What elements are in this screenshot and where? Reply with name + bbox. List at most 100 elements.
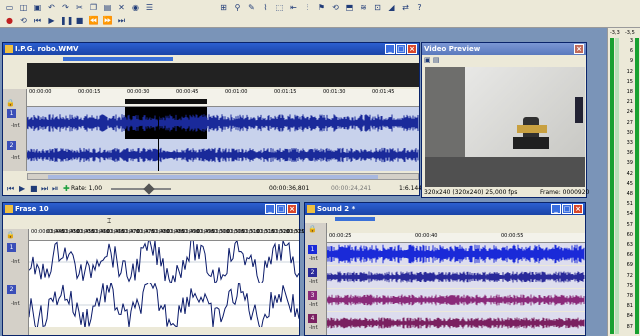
undo-icon[interactable]: ↶ (46, 2, 57, 13)
split-icon[interactable]: ⫶ (302, 2, 313, 13)
frase-titlebar[interactable]: Frase 10 _ □ × (3, 203, 299, 215)
sound-track-3-level: -Inf. (309, 302, 319, 308)
trim-icon[interactable]: ⇤ (288, 2, 299, 13)
rate-slider[interactable] (111, 183, 171, 195)
horizontal-scrollbar[interactable] (27, 173, 419, 180)
frase-close-button[interactable]: × (287, 204, 297, 214)
frase-track-1-level: -Inf. (11, 259, 21, 265)
play-icon[interactable]: ▶ (46, 15, 57, 26)
frase-track-1-number[interactable]: 1 (7, 243, 16, 252)
sound-track-4[interactable] (327, 312, 585, 334)
sound-track-3-number[interactable]: 3 (308, 291, 317, 300)
meter-scale-label: 87 (626, 323, 633, 330)
meter-scale-label: 66 (626, 252, 633, 259)
go-end-icon[interactable]: ⏭ (41, 184, 48, 194)
timeline-ruler[interactable]: 00:00:00 00:00:15 00:00:30 00:00:45 00:01:00… (27, 89, 419, 107)
frase-track-1[interactable] (29, 241, 299, 283)
maximize-button[interactable]: □ (396, 44, 406, 54)
sound-waveform-2 (327, 271, 585, 283)
track-2-number[interactable]: 2 (7, 141, 16, 150)
sound-minimize-button[interactable]: _ (551, 204, 561, 214)
scrub-icon[interactable]: ✚ (63, 184, 70, 193)
record-icon[interactable]: ● (4, 15, 15, 26)
lock-icon[interactable]: 🔒 (6, 99, 15, 107)
timeline-titlebar[interactable]: I.P.G. robo.WMV _ □ × (3, 43, 419, 55)
sound-track-1-number[interactable]: 1 (308, 245, 317, 254)
properties-icon[interactable]: ☰ (144, 2, 155, 13)
ruler-label: 00:00:55 (501, 233, 524, 239)
lock-icon[interactable]: ⊡ (372, 2, 383, 13)
selection-bar[interactable] (63, 57, 173, 61)
preview-close-button[interactable]: × (574, 44, 584, 54)
cut-icon[interactable]: ✂ (74, 2, 85, 13)
audio-track-1[interactable] (27, 107, 419, 139)
play-icon[interactable]: ▶ (19, 184, 25, 193)
sound-track-1[interactable] (327, 243, 585, 265)
sync-icon[interactable]: ⇄ (400, 2, 411, 13)
play-from-start-icon[interactable]: ⏮ (32, 15, 43, 26)
ripple-icon[interactable]: ≋ (358, 2, 369, 13)
save-icon[interactable]: ▣ (32, 2, 43, 13)
track-1-number[interactable]: 1 (7, 109, 16, 118)
envelope-icon[interactable]: ⌇ (260, 2, 271, 13)
new-icon[interactable]: ▭ (4, 2, 15, 13)
render-icon[interactable]: ◉ (130, 2, 141, 13)
sound-track-2-number[interactable]: 2 (308, 268, 317, 277)
sound-waveform-4 (327, 317, 585, 329)
level-meter-panel: -3,3 -3,5 3 6 9 12 15 18 21 24 27 30 33 36 39 42 45 48 5… (607, 28, 640, 336)
audio-track-2[interactable] (27, 139, 419, 171)
frase-track-2-number[interactable]: 2 (7, 285, 16, 294)
sound-close-button[interactable]: × (573, 204, 583, 214)
playhead[interactable] (158, 107, 159, 171)
lock-icon[interactable]: 🔒 (6, 231, 15, 239)
sound-maximize-button[interactable]: □ (562, 204, 572, 214)
minimize-button[interactable]: _ (385, 44, 395, 54)
meter-bar-left (610, 38, 614, 334)
sound-track-4-number[interactable]: 4 (308, 314, 317, 323)
meter-scale-label: 57 (626, 221, 633, 228)
ruler-label: 00:00:30 (127, 89, 150, 95)
zoom-icon[interactable]: ⚲ (232, 2, 243, 13)
meter-scale-label: 27 (626, 119, 633, 126)
meter-scale-label: 54 (626, 211, 633, 218)
rewind-icon[interactable]: ⏪ (88, 15, 99, 26)
fade-icon[interactable]: ◢ (386, 2, 397, 13)
sound-ruler[interactable]: 00:00:25 00:00:40 00:00:55 (327, 233, 585, 243)
open-icon[interactable]: ◫ (18, 2, 29, 13)
preview-titlebar[interactable]: Video Preview × (422, 43, 586, 55)
loop-icon[interactable]: ⟲ (18, 15, 29, 26)
marker-icon[interactable]: ⚑ (316, 2, 327, 13)
frase-minimize-button[interactable]: _ (265, 204, 275, 214)
stop-icon[interactable]: ■ (30, 184, 38, 193)
select-icon[interactable]: ⬚ (274, 2, 285, 13)
sound-track-2-level: -Inf. (309, 279, 319, 285)
help-icon[interactable]: ? (414, 2, 425, 13)
sound-titlebar[interactable]: Sound 2 * _ □ × (305, 203, 585, 215)
close-button[interactable]: × (407, 44, 417, 54)
go-end-icon[interactable]: ⏭ (116, 15, 127, 26)
redo-icon[interactable]: ↷ (60, 2, 71, 13)
delete-icon[interactable]: ✕ (116, 2, 127, 13)
go-start-icon[interactable]: ⏮ (7, 184, 14, 194)
edit-tool-icon[interactable]: ✎ (246, 2, 257, 13)
frase-track-2[interactable] (29, 283, 299, 327)
frase-marker[interactable]: ⌶ (107, 217, 111, 226)
region-icon[interactable]: ⬒ (344, 2, 355, 13)
fast-forward-icon[interactable]: ⏩ (102, 15, 113, 26)
sound-track-3[interactable] (327, 289, 585, 311)
copy-icon[interactable]: ❐ (88, 2, 99, 13)
pause-icon[interactable]: ❚❚ (60, 15, 73, 26)
stop-icon[interactable]: ■ (74, 15, 85, 26)
play-loop-icon[interactable]: ⏯ (52, 184, 58, 194)
preview-settings-icon[interactable]: ▣ ▤ (424, 56, 439, 64)
paste-icon[interactable]: ▤ (102, 2, 113, 13)
loop-region[interactable] (125, 99, 207, 104)
snap-icon[interactable]: ⊞ (218, 2, 229, 13)
window-icon (307, 205, 315, 213)
sound-track-2[interactable] (327, 266, 585, 288)
lock-icon[interactable]: 🔒 (308, 225, 317, 233)
loop-icon[interactable]: ⟲ (330, 2, 341, 13)
frase-maximize-button[interactable]: □ (276, 204, 286, 214)
frase-ruler[interactable]: 00:00:03,445 00:00:03,450 00:00:03,455 00:0… (29, 229, 320, 241)
sound-selection-bar[interactable] (335, 217, 375, 221)
